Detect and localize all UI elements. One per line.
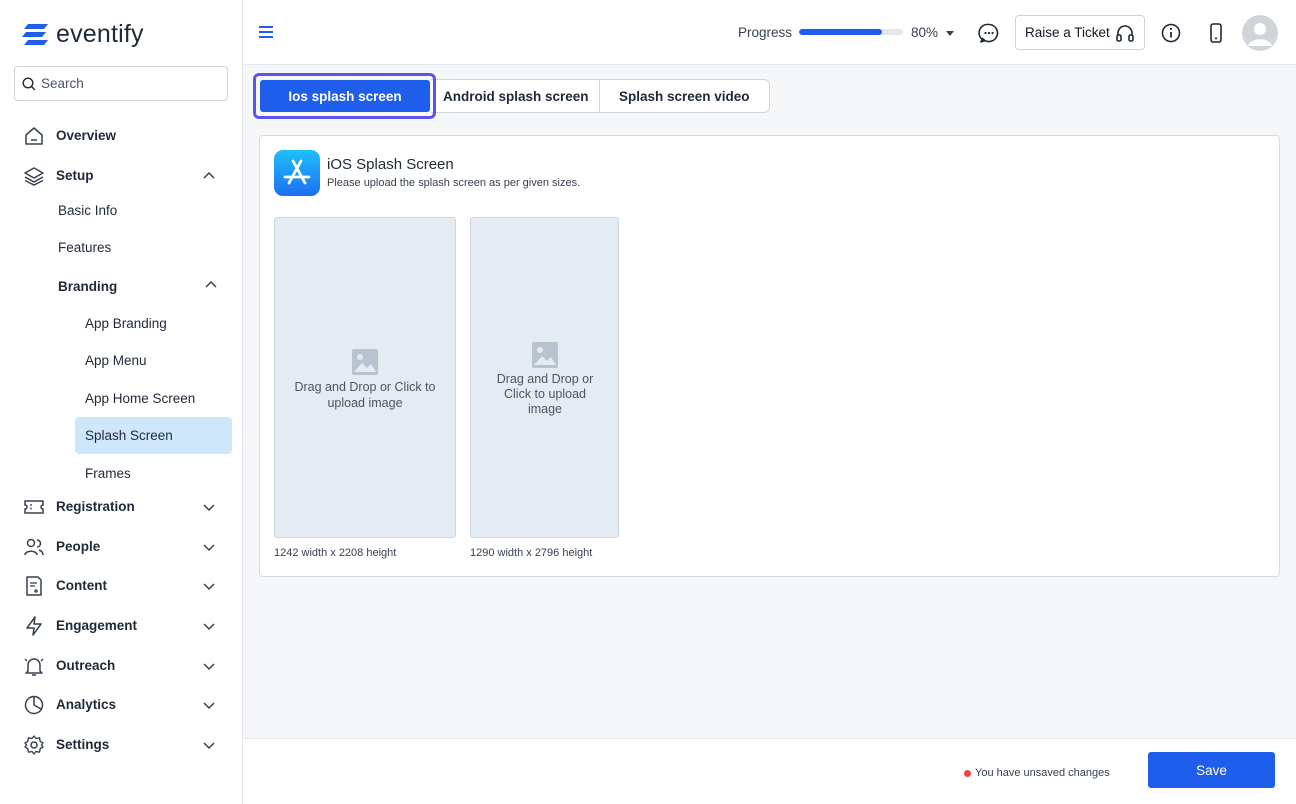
sidebar-item-setup[interactable]: Setup	[0, 157, 242, 193]
sidebar-item-overview[interactable]: Overview	[0, 117, 242, 153]
progress-label: Progress	[738, 25, 793, 40]
sidebar-subitem-frames[interactable]: Frames	[85, 466, 131, 481]
sidebar-item-content[interactable]: Content	[0, 567, 242, 603]
tab-splash-screen-video[interactable]: Splash screen video	[600, 80, 770, 112]
bell-icon	[23, 655, 45, 677]
sidebar-item-label: Content	[56, 577, 107, 593]
sidebar-subitem-branding[interactable]: Branding	[58, 279, 117, 294]
sidebar-item-people[interactable]: People	[0, 528, 242, 564]
info-icon[interactable]	[1160, 22, 1182, 44]
raise-ticket-label: Raise a Ticket	[1025, 25, 1110, 40]
image-placeholder-icon	[532, 342, 558, 368]
sidebar: eventify Overview Setup Basic Info Featu…	[0, 0, 243, 804]
pie-chart-icon	[23, 694, 45, 716]
sidebar-item-label: Registration	[56, 498, 135, 514]
chevron-up-icon[interactable]	[203, 277, 219, 293]
unsaved-text: You have unsaved changes	[975, 767, 1110, 779]
sidebar-item-label: Analytics	[56, 696, 117, 712]
chevron-down-icon	[203, 544, 215, 552]
gear-icon	[23, 734, 45, 756]
chevron-up-icon	[203, 171, 215, 179]
size-label-1: 1242 width x 2208 height	[274, 547, 397, 559]
chevron-down-icon	[203, 663, 215, 671]
sidebar-item-settings[interactable]: Settings	[0, 726, 242, 762]
unsaved-changes-indicator: You have unsaved changes	[964, 767, 1110, 779]
chat-icon[interactable]	[978, 22, 1000, 44]
sidebar-item-outreach[interactable]: Outreach	[0, 647, 242, 683]
search-icon	[22, 76, 36, 90]
chevron-down-icon	[203, 623, 215, 631]
upload-dropzone-2[interactable]: Drag and Drop or Click to upload image	[470, 217, 619, 538]
lightning-icon	[23, 615, 45, 637]
mobile-preview-icon[interactable]	[1205, 22, 1227, 44]
tab-android-splash-screen[interactable]: Android splash screen	[433, 80, 600, 112]
sidebar-subitem-app-home-screen[interactable]: App Home Screen	[85, 391, 195, 406]
sidebar-item-registration[interactable]: Registration	[0, 488, 242, 524]
avatar[interactable]	[1242, 15, 1278, 51]
status-dot	[964, 769, 971, 777]
tab-group: Android splash screen Splash screen vide…	[431, 79, 770, 113]
chevron-down-icon	[203, 583, 215, 591]
sidebar-subitem-app-branding[interactable]: App Branding	[85, 316, 167, 331]
image-placeholder-icon	[352, 349, 378, 375]
progress-bar	[799, 29, 903, 35]
sidebar-item-analytics[interactable]: Analytics	[0, 686, 242, 722]
sidebar-item-label: Engagement	[56, 617, 138, 633]
sidebar-item-label: Settings	[56, 736, 110, 752]
user-icon	[1248, 23, 1272, 46]
search-box[interactable]	[14, 66, 228, 101]
users-icon	[23, 536, 45, 558]
logo-icon	[22, 23, 48, 45]
sidebar-item-engagement[interactable]: Engagement	[0, 607, 242, 643]
home-icon	[23, 125, 45, 147]
layers-icon	[23, 165, 45, 187]
save-button[interactable]: Save	[1148, 752, 1275, 788]
upload-prompt: Drag and Drop or Click to upload image	[496, 372, 594, 416]
sidebar-item-label: People	[56, 538, 101, 554]
sidebar-subitem-basic-info[interactable]: Basic Info	[58, 203, 117, 218]
app-store-icon	[274, 150, 320, 196]
sidebar-subitem-features[interactable]: Features	[58, 240, 111, 255]
upload-dropzone-1[interactable]: Drag and Drop or Click to upload image	[274, 217, 456, 538]
ticket-icon	[23, 496, 45, 518]
tab-ios-splash-screen[interactable]: Ios splash screen	[260, 80, 430, 112]
logo[interactable]: eventify	[22, 20, 144, 49]
card-subtitle: Please upload the splash screen as per g…	[327, 177, 581, 189]
headset-icon	[1116, 25, 1134, 42]
progress-bar-fill	[799, 29, 883, 35]
sidebar-item-label: Setup	[56, 167, 94, 183]
chevron-down-icon	[203, 702, 215, 710]
hamburger-menu-icon[interactable]	[258, 24, 274, 40]
chevron-down-icon	[203, 742, 215, 750]
sidebar-item-label: Overview	[56, 127, 117, 143]
chevron-down-icon	[203, 504, 215, 512]
upload-prompt: Drag and Drop or Click to upload image	[294, 380, 436, 410]
footer-bar	[243, 738, 1296, 804]
size-label-2: 1290 width x 2796 height	[470, 547, 593, 559]
sidebar-subitem-splash-screen[interactable]: Splash Screen	[85, 428, 173, 443]
caret-down-icon[interactable]	[945, 29, 955, 37]
sidebar-item-label: Outreach	[56, 657, 116, 673]
logo-text: eventify	[56, 20, 144, 48]
progress-value: 80%	[911, 25, 939, 40]
sidebar-subitem-app-menu[interactable]: App Menu	[85, 353, 147, 368]
raise-ticket-button[interactable]: Raise a Ticket	[1015, 15, 1145, 50]
document-icon	[23, 575, 45, 597]
card-title: iOS Splash Screen	[327, 156, 454, 173]
search-input[interactable]	[41, 76, 221, 91]
